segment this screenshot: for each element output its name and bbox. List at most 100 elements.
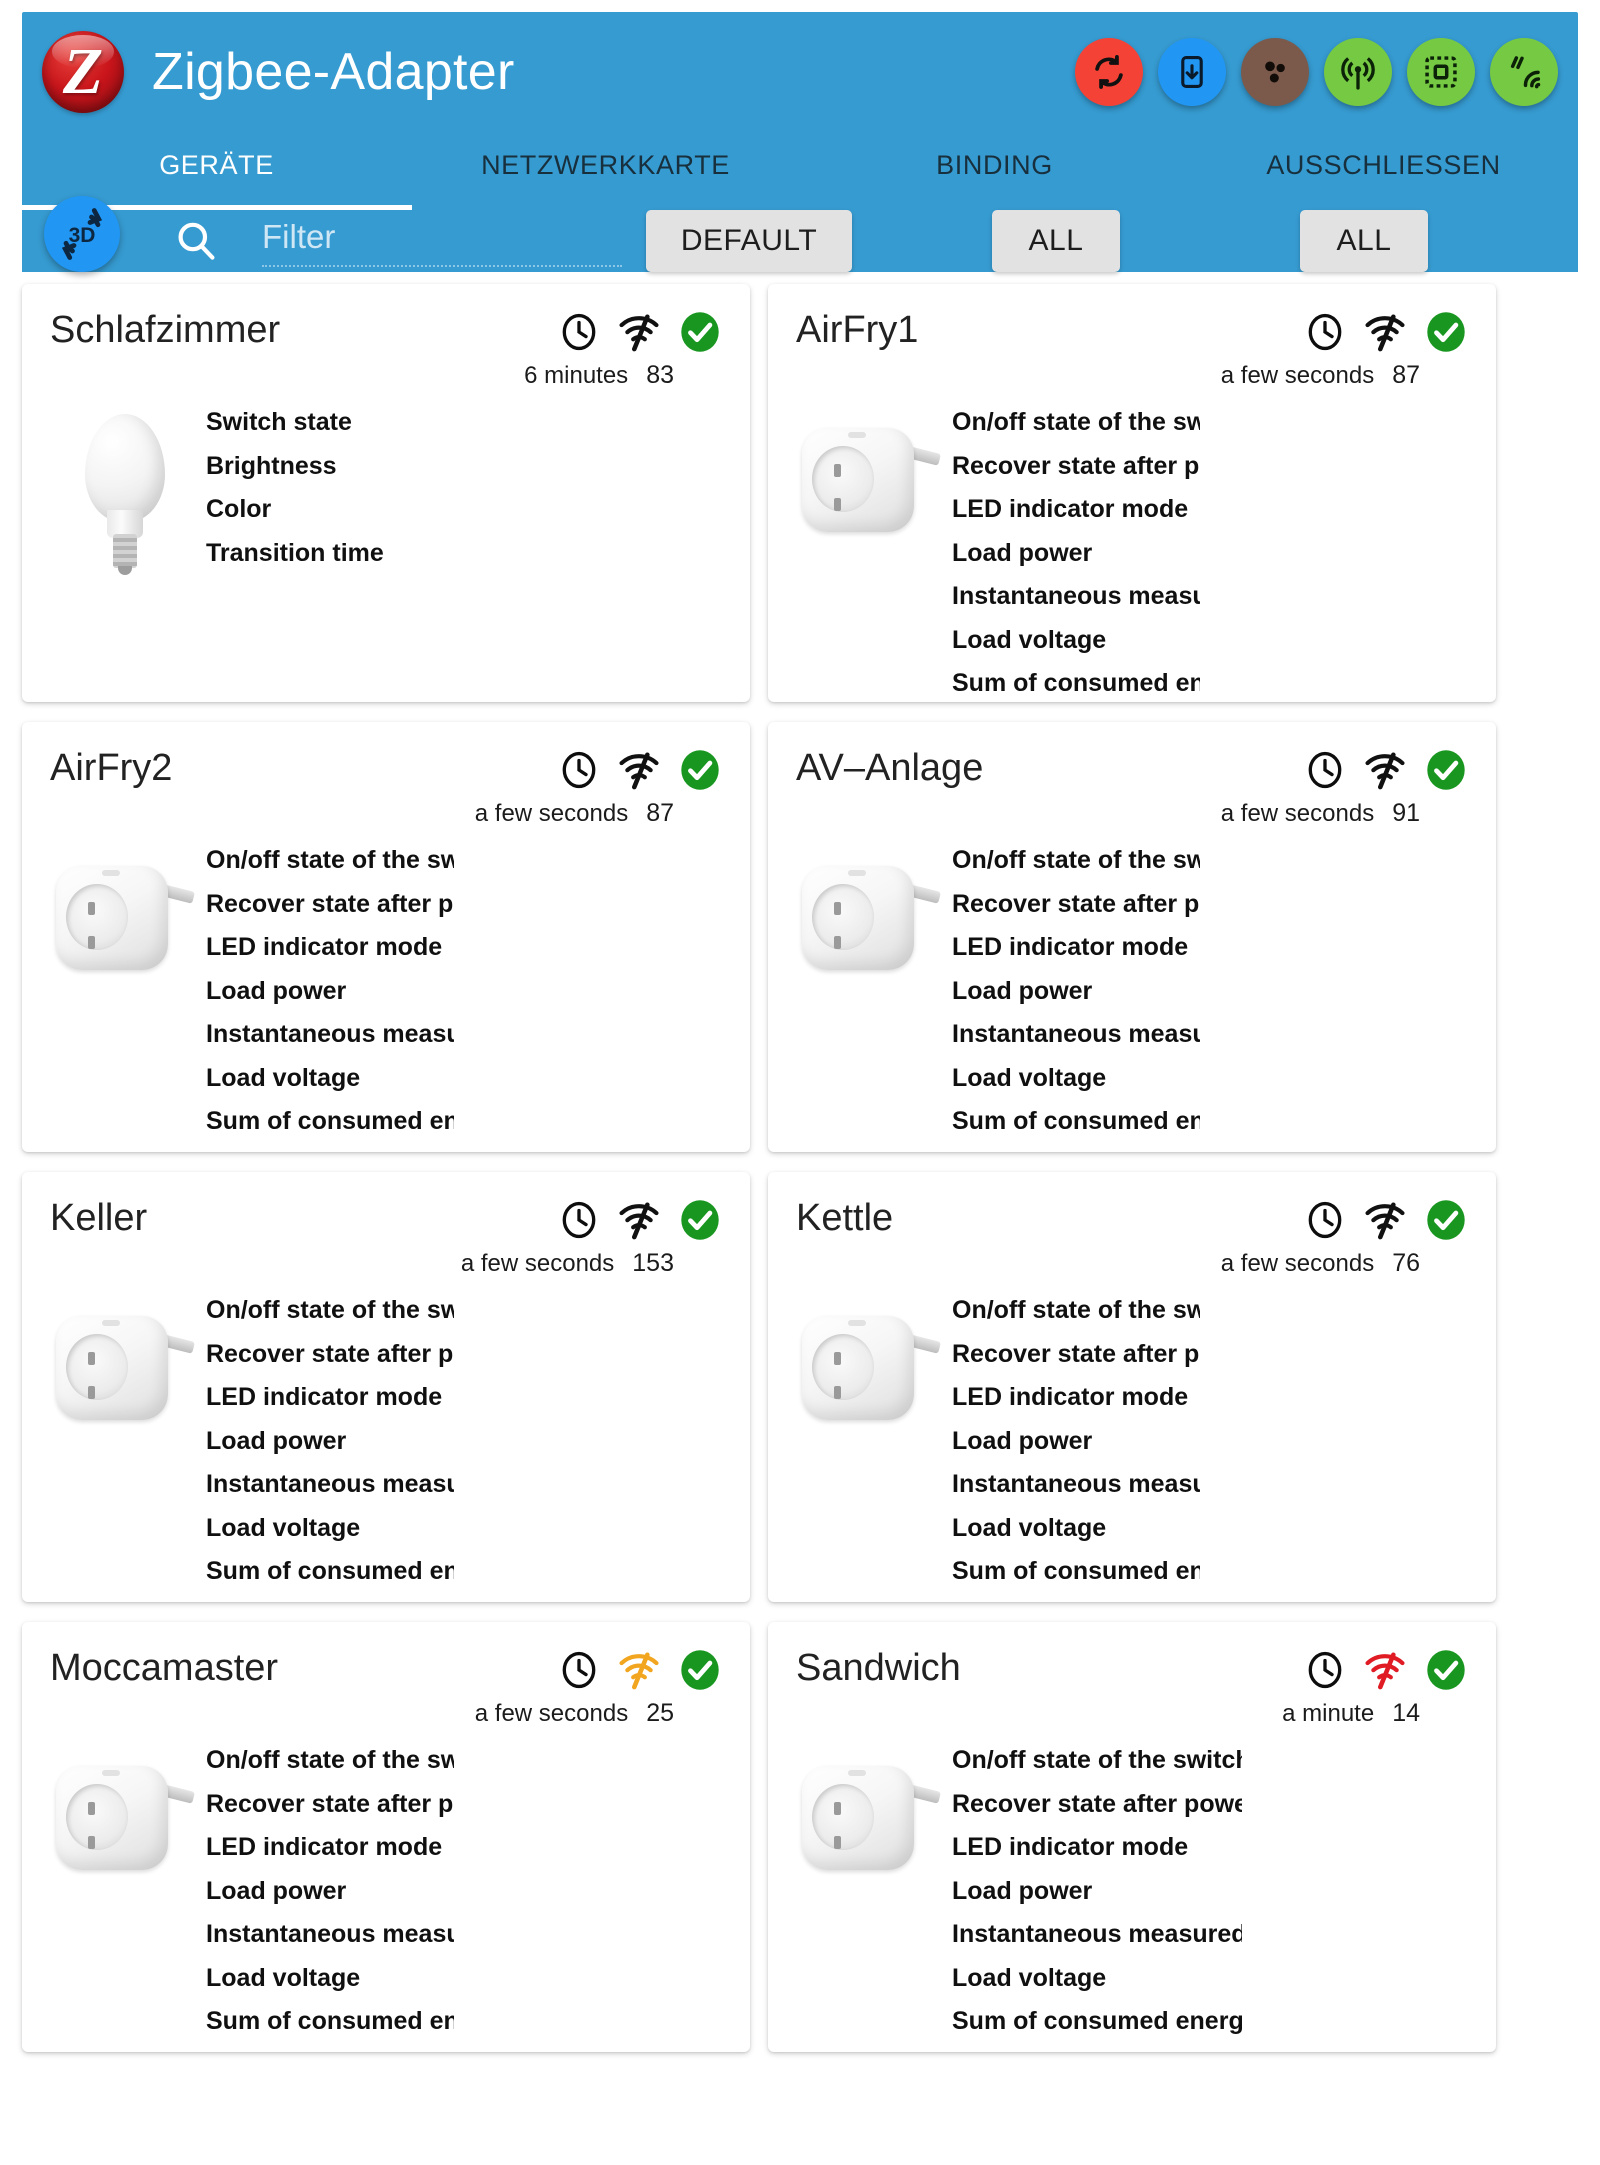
device-property[interactable]: Instantaneous measured electrical power — [952, 582, 1200, 611]
refresh-button[interactable] — [1075, 38, 1143, 106]
status-meta-row: 6 minutes 83 — [524, 361, 722, 390]
dropdown-all-secondary[interactable]: ALL — [1300, 210, 1428, 272]
device-property[interactable]: On/off state of the switch — [952, 1746, 1242, 1775]
device-property[interactable]: Load power — [206, 1427, 454, 1456]
device-property[interactable]: Instantaneous measured electrical power — [206, 1470, 454, 1499]
tab-ausschliessen[interactable]: AUSSCHLIESSEN — [1189, 132, 1578, 181]
device-card-body: On/off state of the switch Recover state … — [50, 1746, 722, 2036]
device-card[interactable]: AirFry2 a few seconds 87 On/off state of th… — [22, 722, 750, 1152]
device-property[interactable]: LED indicator mode — [206, 1383, 454, 1412]
signal-strength-icon — [1362, 1200, 1408, 1245]
device-grid: Schlafzimmer 6 minutes 83 Switch state Brigh… — [0, 272, 1600, 2052]
device-property[interactable]: Recover state after power outage — [206, 890, 454, 919]
device-property[interactable]: Color — [206, 495, 722, 524]
device-property[interactable]: Load voltage — [206, 1514, 454, 1543]
device-property[interactable]: On/off state of the switch — [952, 408, 1200, 437]
device-property[interactable]: On/off state of the switch — [206, 1296, 454, 1325]
connected-check-icon — [678, 1198, 722, 1247]
device-card[interactable]: AirFry1 a few seconds 87 On/off state of th… — [768, 284, 1496, 702]
device-property[interactable]: Load power — [952, 1877, 1242, 1906]
device-property[interactable]: Instantaneous measured electrical power — [952, 1020, 1200, 1049]
device-property[interactable]: Recover state after power outage — [952, 890, 1200, 919]
device-property[interactable]: Instantaneous measured electrical power — [206, 1920, 454, 1949]
device-property[interactable]: Load power — [952, 539, 1200, 568]
dropdown-all-primary[interactable]: ALL — [992, 210, 1120, 272]
connected-check-icon — [678, 1648, 722, 1697]
device-property[interactable]: Load power — [952, 1427, 1200, 1456]
connected-check-icon — [1424, 1648, 1468, 1697]
device-property[interactable]: Sum of consumed energy — [206, 1557, 454, 1586]
device-property[interactable]: Sum of consumed energy — [206, 1107, 454, 1136]
tab-netzwerkkarte[interactable]: NETZWERKKARTE — [411, 132, 800, 181]
touchlink-button[interactable] — [1490, 38, 1558, 106]
signal-strength-icon — [616, 1200, 662, 1245]
device-property[interactable]: Load power — [952, 977, 1200, 1006]
device-property[interactable]: Instantaneous measured electrical power — [952, 1920, 1242, 1949]
device-property[interactable]: Load voltage — [206, 1064, 454, 1093]
device-property[interactable]: Sum of consumed energy — [952, 669, 1200, 698]
device-property[interactable]: Instantaneous measured electrical power — [206, 1020, 454, 1049]
device-property[interactable]: On/off state of the switch — [952, 1296, 1200, 1325]
view-3d-button[interactable]: 3D — [44, 196, 120, 272]
device-property[interactable]: LED indicator mode — [952, 495, 1200, 524]
filter-bar: 3D DEFAULT ALL ALL — [22, 196, 1578, 272]
device-card[interactable]: Schlafzimmer 6 minutes 83 Switch state Brigh… — [22, 284, 750, 702]
tab-geraete[interactable]: GERÄTE — [22, 132, 411, 181]
device-property[interactable]: On/off state of the switch — [206, 846, 454, 875]
dropdown-default[interactable]: DEFAULT — [646, 210, 852, 272]
view-3d-label: 3D — [69, 224, 96, 247]
link-quality-value: 153 — [632, 1249, 674, 1277]
device-card[interactable]: Sandwich a minute 14 On/off state of the sw… — [768, 1622, 1496, 2052]
device-property[interactable]: Recover state after power outage — [952, 1790, 1242, 1819]
device-property-list: On/off state of the switch Recover state … — [952, 1296, 1200, 1586]
device-property[interactable]: Load power — [206, 1877, 454, 1906]
zigbee-logo: Z — [42, 31, 124, 113]
device-property[interactable]: Sum of consumed energy — [952, 1107, 1200, 1136]
device-property[interactable]: LED indicator mode — [952, 1833, 1242, 1862]
lightbulb-image — [71, 414, 179, 575]
device-property[interactable]: Transition time — [206, 539, 722, 568]
device-status: a few seconds 87 — [1221, 310, 1468, 390]
tab-binding[interactable]: BINDING — [800, 132, 1189, 181]
device-property[interactable]: LED indicator mode — [952, 933, 1200, 962]
device-property[interactable]: On/off state of the switch — [952, 846, 1200, 875]
device-property[interactable]: Instantaneous measured electrical power — [952, 1470, 1200, 1499]
search-icon[interactable] — [172, 217, 220, 265]
device-property[interactable]: Load voltage — [206, 1964, 454, 1993]
device-property[interactable]: Sum of consumed energy — [952, 1557, 1200, 1586]
device-card[interactable]: Kettle a few seconds 76 On/off state of the… — [768, 1172, 1496, 1602]
device-property[interactable]: LED indicator mode — [952, 1383, 1200, 1412]
download-to-device-button[interactable] — [1158, 38, 1226, 106]
device-property[interactable]: Switch state — [206, 408, 722, 437]
device-property[interactable]: Recover state after power outage — [206, 1790, 454, 1819]
device-card-body: On/off state of the switch Recover state … — [796, 1296, 1468, 1586]
status-meta-row: a few seconds 87 — [1221, 361, 1468, 390]
device-property[interactable]: On/off state of the switch — [206, 1746, 454, 1775]
device-property[interactable]: Recover state after power outage — [952, 1340, 1200, 1369]
device-property[interactable]: Load voltage — [952, 1964, 1242, 1993]
device-property[interactable]: Load voltage — [952, 1064, 1200, 1093]
clock-icon — [558, 749, 600, 796]
device-property[interactable]: Recover state after power outage — [206, 1340, 454, 1369]
coordinator-chip-button[interactable] — [1407, 38, 1475, 106]
broadcast-button[interactable] — [1324, 38, 1392, 106]
device-property[interactable]: LED indicator mode — [206, 1833, 454, 1862]
search-input[interactable] — [262, 213, 622, 261]
device-card[interactable]: Moccamaster a few seconds 25 On/off state o… — [22, 1622, 750, 2052]
device-property[interactable]: Recover state after power outage — [952, 452, 1200, 481]
device-card-header: Kettle a few seconds 76 — [796, 1197, 1468, 1278]
device-property[interactable]: Load voltage — [952, 626, 1200, 655]
device-card-body: On/off state of the switch Recover state … — [50, 1296, 722, 1586]
device-property[interactable]: Sum of consumed energy — [206, 2007, 454, 2036]
page-title: Zigbee-Adapter — [152, 43, 515, 101]
device-card[interactable]: Keller a few seconds 153 On/off state of th… — [22, 1172, 750, 1602]
device-property[interactable]: LED indicator mode — [206, 933, 454, 962]
device-card[interactable]: AV–Anlage a few seconds 91 On/off state of … — [768, 722, 1496, 1152]
device-property[interactable]: Sum of consumed energy — [952, 2007, 1242, 2036]
device-property[interactable]: Load power — [206, 977, 454, 1006]
link-quality-value: 25 — [646, 1699, 674, 1727]
connected-check-icon — [678, 310, 722, 359]
group-devices-button[interactable] — [1241, 38, 1309, 106]
device-property[interactable]: Load voltage — [952, 1514, 1200, 1543]
device-property[interactable]: Brightness — [206, 452, 722, 481]
